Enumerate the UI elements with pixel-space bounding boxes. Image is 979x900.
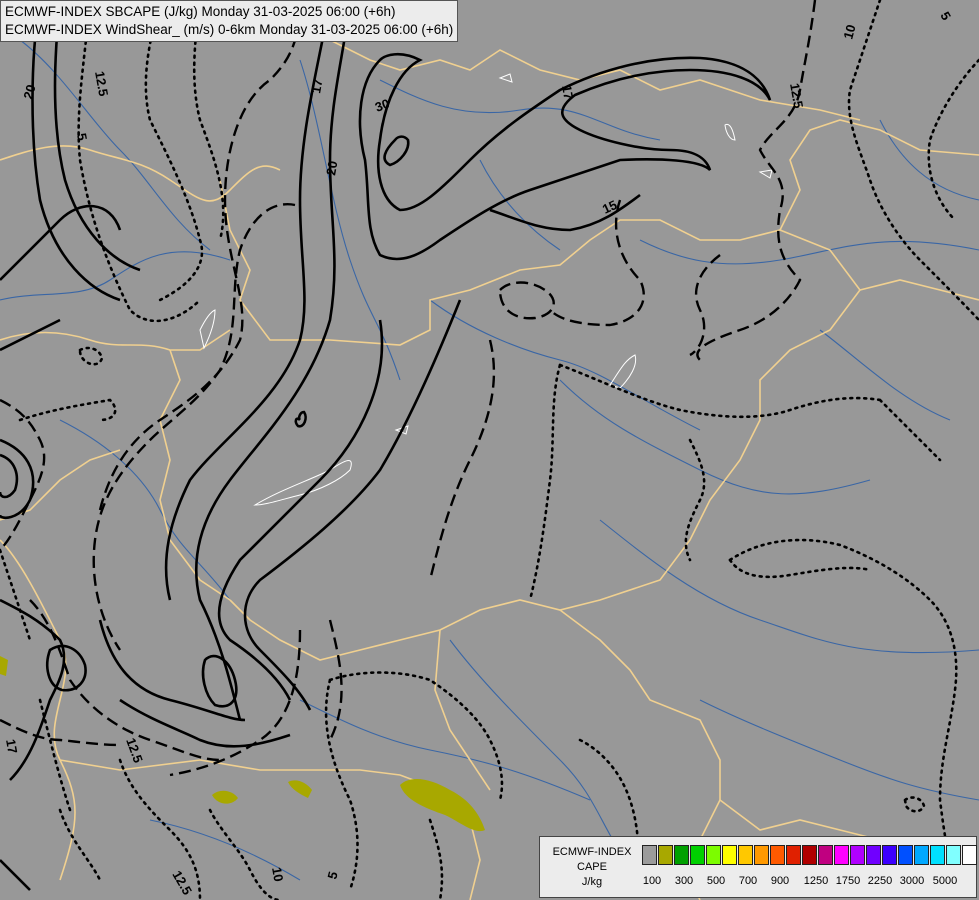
contour-label: 17 [559, 84, 576, 101]
legend-tick: 500 [706, 875, 726, 887]
legend-tick: 5000 [932, 875, 958, 887]
legend-title-line: CAPE [577, 861, 607, 873]
legend-swatch [674, 845, 689, 865]
legend-swatch [866, 845, 881, 865]
legend-tick: 900 [770, 875, 790, 887]
weather-map: 20 12.5 5 17 20 30 17 15 12.5 10 5 17 12… [0, 0, 979, 900]
windshear-title: ECMWF-INDEX WindShear_ (m/s) 0-6km Monda… [5, 22, 454, 37]
legend-swatch [962, 845, 977, 865]
legend-title-line: J/kg [581, 876, 603, 888]
legend-swatch [738, 845, 753, 865]
legend-swatch [898, 845, 913, 865]
contour-label: 17 [308, 78, 325, 95]
legend-title: ECMWF-INDEX CAPE J/kg [544, 845, 640, 890]
legend-tick: 100 [642, 875, 662, 887]
legend-swatch [786, 845, 801, 865]
legend-swatch [882, 845, 897, 865]
legend-tick: 300 [674, 875, 694, 887]
legend-swatch [946, 845, 961, 865]
legend-tick: 2250 [867, 875, 893, 887]
legend-swatch [770, 845, 785, 865]
legend-swatch [642, 845, 657, 865]
legend-swatch [930, 845, 945, 865]
legend-swatch [914, 845, 929, 865]
cape-title: ECMWF-INDEX SBCAPE (J/kg) Monday 31-03-2… [5, 4, 396, 19]
cape-legend: ECMWF-INDEX CAPE J/kg 100 300 500 700 90… [539, 836, 977, 898]
legend-swatch [850, 845, 865, 865]
legend-title-line: ECMWF-INDEX [552, 846, 632, 858]
legend-tick: 700 [738, 875, 758, 887]
legend-color-scale [642, 845, 978, 865]
legend-tick: 1250 [803, 875, 829, 887]
legend-swatch [722, 845, 737, 865]
legend-swatch [754, 845, 769, 865]
legend-ticks: 100 300 500 700 900 1250 1750 2250 3000 … [640, 875, 970, 891]
legend-swatch [690, 845, 705, 865]
legend-swatch [834, 845, 849, 865]
legend-swatch [706, 845, 721, 865]
legend-swatch [818, 845, 833, 865]
contour-label: 20 [323, 160, 340, 177]
contour-label: 10 [269, 866, 286, 883]
legend-tick: 1750 [835, 875, 861, 887]
legend-swatch [658, 845, 673, 865]
map-title-box: ECMWF-INDEX SBCAPE (J/kg) Monday 31-03-2… [0, 0, 459, 42]
contour-label: 17 [3, 738, 20, 755]
legend-tick: 3000 [899, 875, 925, 887]
legend-swatch [802, 845, 817, 865]
